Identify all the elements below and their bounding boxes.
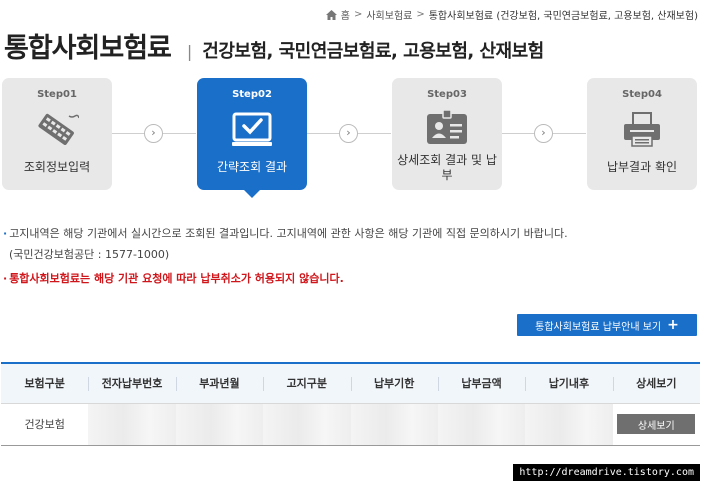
chevron-right-icon: › bbox=[339, 124, 358, 143]
id-card-icon bbox=[425, 109, 469, 150]
column-header: 보험구분 bbox=[24, 377, 65, 391]
breadcrumb-separator: > bbox=[353, 9, 363, 20]
column-header: 납부금액 bbox=[437, 363, 525, 403]
bullet-icon: · bbox=[3, 272, 8, 285]
column-header: 상세보기 bbox=[612, 363, 700, 403]
redacted-cell bbox=[437, 402, 526, 446]
step-1: Step01 조회정보입력 bbox=[2, 78, 112, 190]
breadcrumb-current: 통합사회보험료 (건강보험, 국민연금보험료, 고용보험, 산재보험) bbox=[428, 11, 698, 22]
active-step-pointer bbox=[244, 190, 260, 198]
notice-warning: · 통합사회보험료는 해당 기관 요청에 따라 납부취소가 허용되지 않습니다. bbox=[3, 270, 344, 286]
result-table: 보험구분 전자납부번호 부과년월 고지구분 납부기한 납부금액 납기내후 상세보… bbox=[1, 362, 700, 446]
monitor-check-icon bbox=[230, 110, 274, 150]
page-header: 통합사회보험료 | 건강보험, 국민연금보험료, 고용보험, 산재보험 bbox=[4, 26, 544, 65]
notice-contact: (국민건강보험공단 : 1577-1000) bbox=[9, 248, 170, 261]
breadcrumb-home[interactable]: 홈 bbox=[341, 7, 350, 22]
notice-info: · 고지내역은 해당 기관에서 실시간으로 조회된 결과입니다. 고지내역에 관한… bbox=[3, 225, 568, 241]
column-header: 납기내후 bbox=[525, 363, 612, 403]
redacted-cell bbox=[350, 402, 438, 446]
home-icon[interactable] bbox=[325, 9, 337, 20]
step-label: 조회정보입력 bbox=[23, 160, 91, 174]
redacted-cell bbox=[88, 402, 176, 446]
watermark: http://dreamdrive.tistory.com bbox=[513, 464, 700, 481]
step-label: 납부결과 확인 bbox=[606, 160, 678, 174]
column-header: 고지구분 bbox=[263, 363, 350, 403]
breadcrumb-level1[interactable]: 사회보험료 bbox=[366, 7, 412, 22]
printer-icon bbox=[620, 110, 664, 150]
step-number: Step04 bbox=[622, 89, 662, 100]
breadcrumb-separator: > bbox=[416, 9, 425, 20]
step-number: Step02 bbox=[232, 89, 272, 100]
warning-text: 통합사회보험료는 해당 기관 요청에 따라 납부취소가 허용되지 않습니다. bbox=[9, 272, 344, 285]
step-label: 간략조회 결과 bbox=[216, 160, 288, 174]
chevron-right-icon: › bbox=[144, 124, 163, 143]
step-3: Step03 상세조회 결과 및 납부 bbox=[392, 78, 502, 190]
plus-icon: + bbox=[667, 317, 679, 333]
redacted-cell bbox=[525, 402, 613, 446]
table-row: 건강보험 상세보기 bbox=[1, 402, 700, 446]
detail-cell: 상세보기 bbox=[612, 402, 700, 446]
column-header: 납부기한 bbox=[350, 363, 438, 403]
bullet-icon: · bbox=[3, 227, 8, 240]
table-header-row: 보험구분 전자납부번호 부과년월 고지구분 납부기한 납부금액 납기내후 상세보… bbox=[1, 363, 700, 403]
page-title: 통합사회보험료 bbox=[4, 33, 172, 64]
insurance-type-cell: 건강보험 bbox=[1, 402, 89, 446]
step-number: Step03 bbox=[427, 89, 467, 100]
column-header: 전자납부번호 bbox=[88, 363, 175, 403]
step-progress: › › › Step01 조회정보입력 Step02 간략조회 결과 Step0… bbox=[0, 78, 720, 198]
step-4: Step04 납부결과 확인 bbox=[587, 78, 697, 190]
redacted-cell bbox=[175, 402, 264, 446]
step-number: Step01 bbox=[37, 89, 77, 100]
payment-guide-button[interactable]: 통합사회보험료 납부안내 보기 + bbox=[517, 314, 697, 336]
breadcrumb: 홈 > 사회보험료 > 통합사회보험료 (건강보험, 국민연금보험료, 고용보험… bbox=[325, 7, 698, 22]
step-label: 상세조회 결과 및 납부 bbox=[397, 153, 497, 182]
step-2: Step02 간략조회 결과 bbox=[197, 78, 307, 198]
page-subtitle: 건강보험, 국민연금보험료, 고용보험, 산재보험 bbox=[202, 41, 544, 62]
payment-guide-label: 통합사회보험료 납부안내 보기 bbox=[535, 321, 662, 333]
notice-text: 고지내역은 해당 기관에서 실시간으로 조회된 결과입니다. 고지내역에 관한 … bbox=[9, 227, 568, 240]
chevron-right-icon: › bbox=[534, 124, 553, 143]
keyboard-icon bbox=[35, 110, 80, 150]
title-divider: | bbox=[186, 42, 193, 61]
redacted-cell bbox=[263, 402, 351, 446]
detail-view-button[interactable]: 상세보기 bbox=[617, 414, 696, 434]
column-header: 부과년월 bbox=[175, 363, 263, 403]
